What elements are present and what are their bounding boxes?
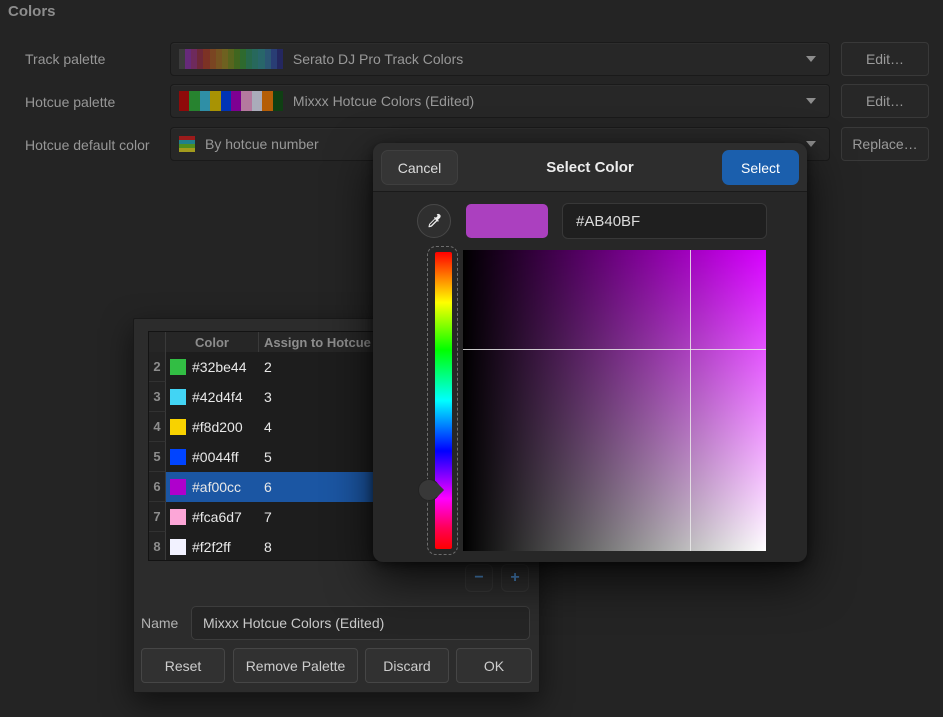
palette-color-swatch: [262, 91, 273, 111]
discard-button[interactable]: Discard: [365, 648, 449, 683]
color-hex-value: #af00cc: [192, 479, 242, 495]
palette-color-swatch: [241, 91, 252, 111]
palette-name-label: Name: [141, 615, 179, 631]
track-palette-label: Track palette: [25, 51, 106, 67]
color-swatch: [170, 509, 186, 525]
hue-slider[interactable]: [435, 252, 452, 549]
hotcue-default-color-label: Hotcue default color: [25, 137, 150, 153]
palette-color-swatch: [199, 91, 211, 111]
assigned-hotcue-number: 8: [264, 539, 272, 555]
color-hex-value: #f2f2ff: [192, 539, 231, 555]
ok-button[interactable]: OK: [456, 648, 532, 683]
color-swatch: [170, 449, 186, 465]
icon-stripe: [179, 148, 195, 152]
hex-color-input[interactable]: [562, 203, 767, 239]
row-number: 5: [149, 442, 166, 472]
palette-color-swatch: [251, 91, 263, 111]
row-number: 6: [149, 472, 166, 502]
select-color-dialog-header: Cancel Select Color Select: [373, 143, 807, 192]
assigned-hotcue-number: 5: [264, 449, 272, 465]
color-hex-value: #0044ff: [192, 449, 239, 465]
color-hex-value: #f8d200: [192, 419, 243, 435]
row-number-column-header: [149, 332, 166, 352]
palette-color-swatch: [230, 91, 242, 111]
assigned-hotcue-number: 4: [264, 419, 272, 435]
row-number: 4: [149, 412, 166, 442]
palette-color-swatch: [276, 49, 283, 69]
hotcue-default-color-value: By hotcue number: [205, 136, 319, 152]
palette-color-swatch: [189, 91, 200, 111]
page-title: Colors: [8, 3, 56, 20]
palette-color-swatch: [220, 91, 231, 111]
palette-name-input[interactable]: [191, 606, 530, 640]
remove-color-button[interactable]: −: [465, 564, 493, 592]
row-number: 3: [149, 382, 166, 412]
color-swatch: [170, 419, 186, 435]
track-palette-dropdown[interactable]: Serato DJ Pro Track Colors: [170, 42, 830, 76]
hotcue-palette-value: Mixxx Hotcue Colors (Edited): [292, 93, 475, 109]
remove-palette-button[interactable]: Remove Palette: [233, 648, 358, 683]
color-swatch: [170, 389, 186, 405]
color-hex-value: #32be44: [192, 359, 247, 375]
palette-color-swatch: [210, 91, 221, 111]
add-color-button[interactable]: +: [501, 564, 529, 592]
select-button[interactable]: Select: [722, 150, 799, 185]
crosshair-horizontal-line: [463, 349, 766, 350]
row-number: 8: [149, 532, 166, 560]
palette-color-swatch: [179, 91, 190, 111]
assigned-hotcue-number: 7: [264, 509, 272, 525]
color-swatch: [170, 479, 186, 495]
palette-color-swatch: [272, 91, 283, 111]
color-column-header: Color: [195, 334, 229, 350]
crosshair-vertical-line: [690, 250, 691, 551]
row-number: 7: [149, 502, 166, 532]
track-palette-swatch-strip: [179, 49, 283, 69]
reset-button[interactable]: Reset: [141, 648, 225, 683]
color-hex-value: #42d4f4: [192, 389, 243, 405]
color-swatch: [170, 539, 186, 555]
assigned-hotcue-number: 6: [264, 479, 272, 495]
chevron-down-icon: [806, 56, 816, 62]
track-palette-value: Serato DJ Pro Track Colors: [292, 51, 464, 67]
assigned-hotcue-number: 3: [264, 389, 272, 405]
chevron-down-icon: [806, 98, 816, 104]
hotcue-palette-edit-button[interactable]: Edit…: [841, 84, 929, 118]
hotcue-palette-swatch-strip: [179, 91, 283, 111]
eyedropper-button[interactable]: [417, 204, 451, 238]
row-number: 2: [149, 352, 166, 382]
color-hex-value: #fca6d7: [192, 509, 242, 525]
hue-slider-handle[interactable]: [418, 479, 440, 501]
eyedropper-icon: [428, 213, 441, 228]
track-palette-edit-button[interactable]: Edit…: [841, 42, 929, 76]
hotcue-palette-dropdown[interactable]: Mixxx Hotcue Colors (Edited): [170, 84, 830, 118]
hotcue-number-color-icon: [179, 136, 195, 152]
saturation-value-area[interactable]: [463, 250, 766, 551]
hotcue-default-color-replace-button[interactable]: Replace…: [841, 127, 929, 161]
current-color-swatch: [466, 204, 548, 238]
hotcue-palette-label: Hotcue palette: [25, 94, 116, 110]
select-color-dialog: Cancel Select Color Select: [373, 143, 807, 562]
chevron-down-icon: [806, 141, 816, 147]
preferences-window: Colors Track palette Serato DJ Pro Track…: [0, 0, 943, 717]
assigned-hotcue-number: 2: [264, 359, 272, 375]
color-swatch: [170, 359, 186, 375]
